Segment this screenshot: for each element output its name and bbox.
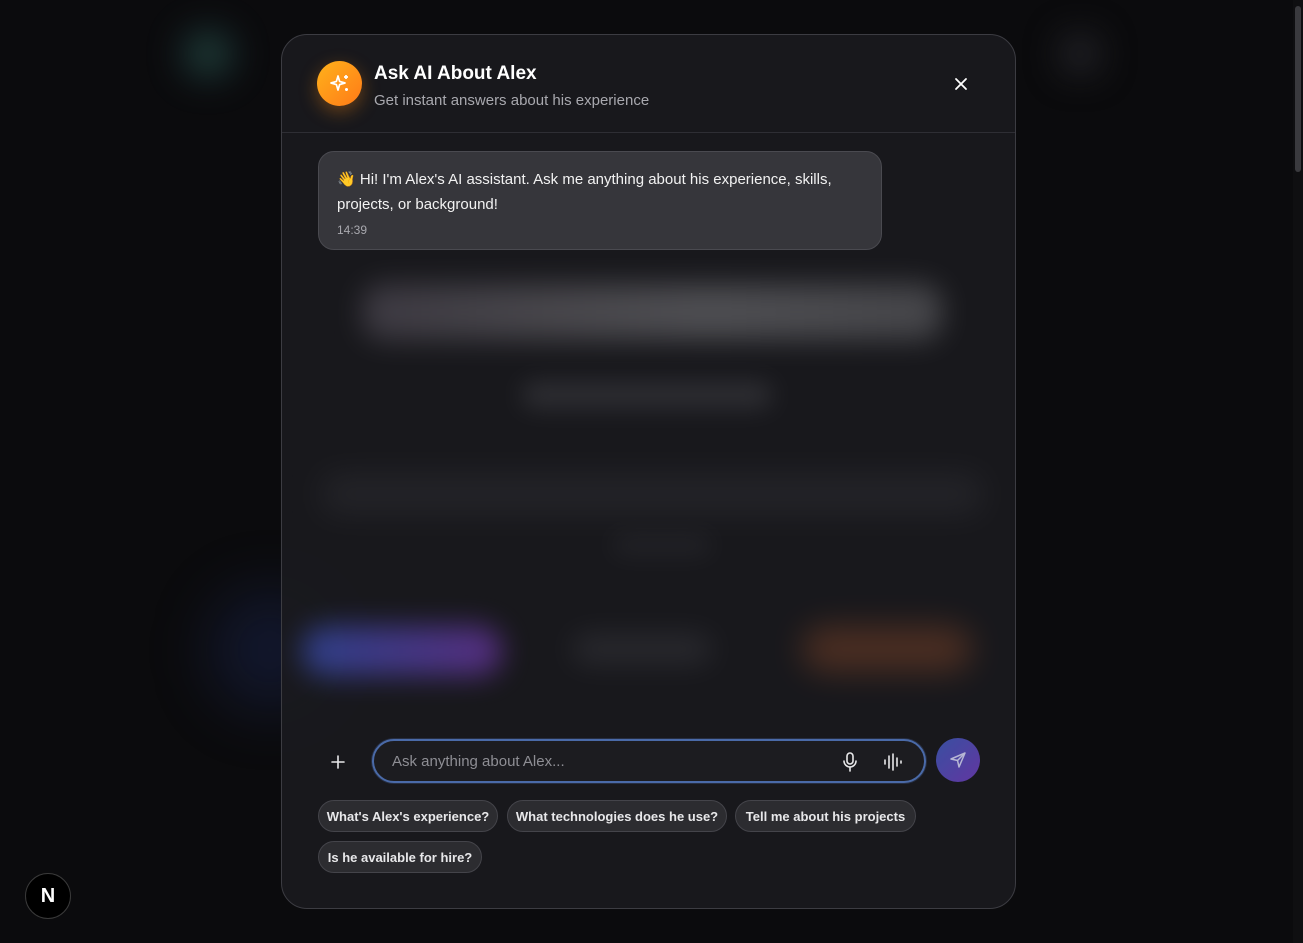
chat-area: 👋 Hi! I'm Alex's AI assistant. Ask me an… <box>282 134 1015 724</box>
message-body: Hi! I'm Alex's AI assistant. Ask me anyt… <box>337 171 832 213</box>
chat-input-wrapper <box>372 739 926 783</box>
blurred-background-button-secondary <box>572 634 712 664</box>
nextjs-dev-badge[interactable]: N <box>25 873 71 919</box>
plus-icon <box>331 755 345 769</box>
attach-button[interactable] <box>324 748 352 776</box>
assistant-message: 👋 Hi! I'm Alex's AI assistant. Ask me an… <box>318 151 882 250</box>
suggestion-chip[interactable]: What technologies does he use? <box>507 800 727 832</box>
modal-subtitle: Get instant answers about his experience <box>374 92 650 109</box>
blurred-background-button-accent <box>802 626 972 672</box>
voice-mode-button[interactable] <box>882 751 904 773</box>
suggestion-chip[interactable]: Is he available for hire? <box>318 841 482 873</box>
page-scrollbar[interactable] <box>1293 0 1303 943</box>
modal-title: Ask AI About Alex <box>374 63 537 84</box>
background-avatar <box>1062 36 1098 72</box>
send-icon <box>950 752 966 768</box>
ai-badge <box>317 61 362 106</box>
close-button[interactable] <box>948 71 974 97</box>
blurred-background-heading <box>362 284 942 340</box>
scrollbar-thumb[interactable] <box>1295 6 1301 172</box>
nextjs-badge-label: N <box>40 884 56 907</box>
message-timestamp: 14:39 <box>337 223 368 237</box>
background-logo <box>182 30 234 78</box>
wave-emoji: 👋 <box>337 171 356 188</box>
modal-header: Ask AI About Alex Get instant answers ab… <box>282 35 1015 133</box>
suggestion-chip[interactable]: Tell me about his projects <box>735 800 916 832</box>
blurred-background-paragraph <box>322 474 982 514</box>
sparkles-icon <box>329 74 348 91</box>
close-icon <box>955 78 967 90</box>
microphone-icon <box>843 752 857 772</box>
blurred-background-paragraph-2 <box>612 534 712 556</box>
blurred-background-subheading <box>522 382 772 408</box>
blurred-background-button-primary <box>302 626 502 676</box>
suggestion-chip[interactable]: What's Alex's experience? <box>318 800 498 832</box>
microphone-button[interactable] <box>840 751 860 773</box>
message-text: 👋 Hi! I'm Alex's AI assistant. Ask me an… <box>337 167 863 217</box>
chat-input[interactable] <box>392 741 822 781</box>
audio-wave-icon <box>884 753 902 771</box>
ask-ai-modal: Ask AI About Alex Get instant answers ab… <box>281 34 1016 909</box>
send-button[interactable] <box>936 738 980 782</box>
